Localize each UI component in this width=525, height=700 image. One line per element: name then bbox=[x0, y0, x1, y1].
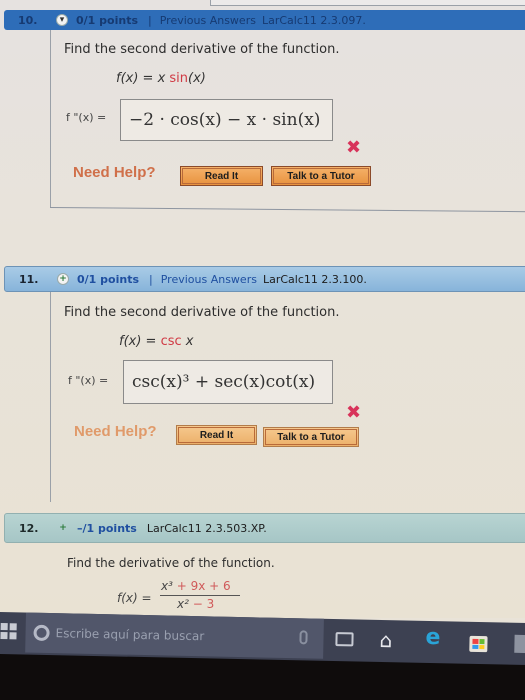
question-10-prompt: Find the second derivative of the functi… bbox=[64, 42, 340, 57]
read-it-button[interactable]: Read It bbox=[180, 166, 263, 186]
question-10-border-bottom bbox=[49, 207, 525, 213]
expand-plus-icon[interactable]: + bbox=[57, 522, 69, 534]
previous-answers-link[interactable]: Previous Answers bbox=[161, 273, 257, 286]
question-11-header: 11. + 0/1 points | Previous Answers LarC… bbox=[4, 266, 525, 292]
microphone-icon[interactable] bbox=[299, 630, 308, 645]
store-icon[interactable] bbox=[469, 635, 488, 653]
function-lhs: f(x) = bbox=[119, 334, 161, 349]
webassign-page: 10. ▾ 0/1 points | Previous Answers LarC… bbox=[0, 0, 525, 618]
question-12-function: f(x) = x³ + 9x + 6 x² − 3 bbox=[117, 579, 267, 616]
question-12-header: 12. + –/1 points LarCalc11 2.3.503.XP. bbox=[4, 513, 525, 543]
need-help-label: Need Help? bbox=[74, 423, 157, 440]
question-11-function: f(x) = csc x bbox=[119, 334, 193, 349]
answer-input[interactable]: −2 · cos(x) − x · sin(x) bbox=[120, 99, 333, 141]
question-reference: LarCalc11 2.3.503.XP. bbox=[146, 521, 267, 535]
question-10-header: 10. ▾ 0/1 points | Previous Answers LarC… bbox=[4, 10, 525, 30]
function-term: csc bbox=[160, 334, 182, 349]
numerator: x³ + 9x + 6 bbox=[161, 579, 231, 593]
incorrect-x-icon: ✖ bbox=[346, 137, 362, 158]
denominator-rest: − 3 bbox=[188, 597, 215, 611]
points-label: 0/1 points bbox=[77, 272, 139, 286]
answer-label: f "(x) = bbox=[68, 374, 109, 387]
top-toolbar-edge bbox=[210, 0, 525, 6]
denominator: x² − 3 bbox=[177, 597, 214, 611]
function-lhs: f(x) = bbox=[116, 71, 158, 86]
windows-start-icon[interactable] bbox=[0, 622, 18, 640]
task-view-icon[interactable] bbox=[335, 632, 354, 647]
question-number: 11. bbox=[19, 272, 39, 286]
talk-to-tutor-button[interactable]: Talk to a Tutor bbox=[271, 166, 371, 186]
talk-to-tutor-button[interactable]: Talk to a Tutor bbox=[263, 427, 359, 447]
answer-label: f "(x) = bbox=[66, 111, 107, 124]
cortana-icon[interactable] bbox=[33, 624, 50, 642]
taskbar-app-icon[interactable] bbox=[514, 634, 525, 654]
question-number: 12. bbox=[19, 521, 39, 535]
question-10-border bbox=[50, 30, 51, 208]
separator: | bbox=[148, 13, 152, 27]
question-number: 10. bbox=[18, 13, 38, 27]
home-icon[interactable]: ⌂ bbox=[379, 628, 392, 652]
previous-answers-link[interactable]: Previous Answers bbox=[160, 14, 256, 27]
question-reference: LarCalc11 2.3.100. bbox=[262, 272, 367, 286]
question-12-prompt: Find the derivative of the function. bbox=[67, 556, 275, 570]
question-11-prompt: Find the second derivative of the functi… bbox=[64, 305, 340, 320]
numerator-lead: x³ bbox=[161, 579, 173, 593]
taskbar-search-box[interactable]: Escribe aquí para buscar bbox=[25, 612, 324, 659]
read-it-button[interactable]: Read It bbox=[176, 425, 257, 445]
question-10-function: f(x) = x sin(x) bbox=[116, 71, 206, 86]
question-reference: LarCalc11 2.3.097. bbox=[261, 13, 366, 27]
numerator-rest: + 9x + 6 bbox=[172, 579, 231, 593]
search-placeholder: Escribe aquí para buscar bbox=[55, 626, 205, 644]
function-term: x bbox=[157, 71, 170, 86]
need-help-label: Need Help? bbox=[73, 164, 156, 181]
incorrect-x-icon: ✖ bbox=[346, 402, 362, 423]
points-label: –/1 points bbox=[77, 521, 137, 535]
edge-browser-icon[interactable]: e bbox=[425, 625, 440, 650]
expand-plus-icon[interactable]: + bbox=[57, 273, 69, 285]
answer-input[interactable]: csc(x)³ + sec(x)cot(x) bbox=[123, 360, 333, 404]
question-11-border bbox=[50, 292, 51, 502]
separator: | bbox=[149, 272, 153, 286]
points-label: 0/1 points bbox=[76, 13, 138, 27]
function-lhs: f(x) = bbox=[117, 591, 152, 605]
collapse-arrow-icon[interactable]: ▾ bbox=[56, 14, 68, 26]
fraction-bar bbox=[160, 595, 240, 596]
function-term: sin bbox=[169, 71, 189, 86]
function-term: x bbox=[181, 334, 194, 349]
function-term: (x) bbox=[188, 71, 206, 86]
denominator-lead: x² bbox=[177, 597, 189, 611]
